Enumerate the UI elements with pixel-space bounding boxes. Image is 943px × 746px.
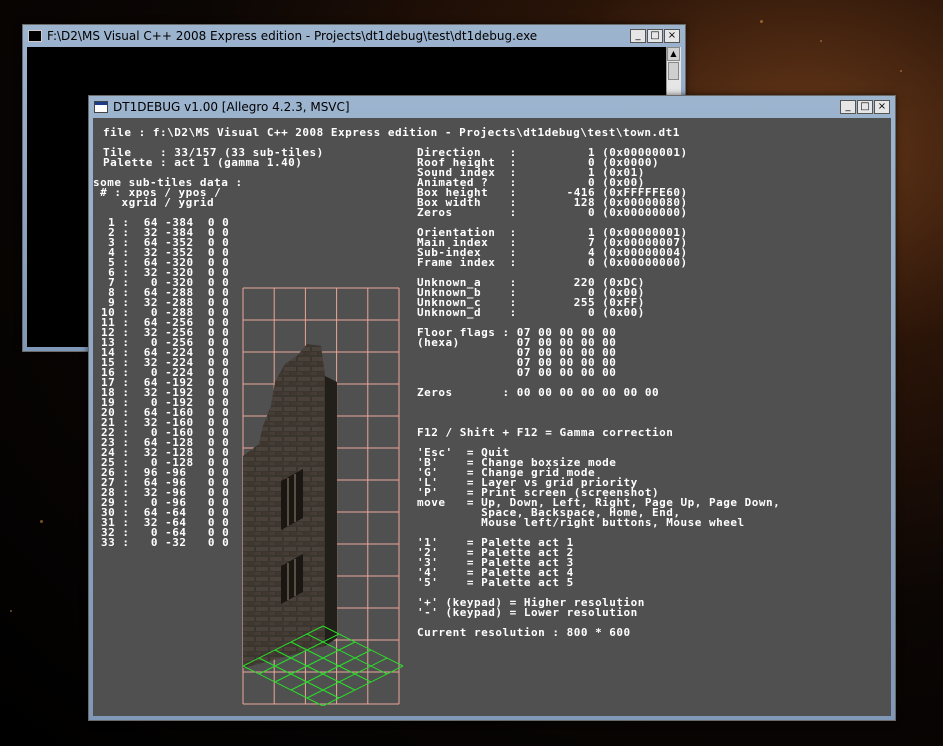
- minimize-button[interactable]: _: [840, 100, 856, 114]
- floor-grid-line: [290, 641, 372, 683]
- property-row: Unknown_d : 0 (0x00): [417, 306, 645, 319]
- star-decoration: [900, 70, 902, 72]
- console-icon[interactable]: [28, 30, 42, 42]
- app-title: DT1DEBUG v1.00 [Allegro 4.2.3, MSVC]: [113, 100, 350, 114]
- palette-help-row: '5' = Palette act 5: [417, 576, 574, 589]
- tile-preview: [242, 287, 404, 706]
- app-icon[interactable]: [94, 101, 108, 113]
- tile-properties: Direction : 1 (0x00000001) Roof height :…: [417, 147, 780, 639]
- palette-info: Palette : act 1 (gamma 1.40): [103, 156, 303, 169]
- current-resolution: Current resolution : 800 * 600: [417, 626, 631, 639]
- dt1debug-window: DT1DEBUG v1.00 [Allegro 4.2.3, MSVC] _ □…: [88, 95, 896, 721]
- maximize-button[interactable]: □: [647, 29, 663, 43]
- wall-sprite: [243, 344, 337, 668]
- close-button[interactable]: ×: [664, 29, 680, 43]
- resolution-help-row: '-' (keypad) = Lower resolution: [417, 606, 638, 619]
- subtiles-list: 1 : 64 -384 0 0 2 : 32 -384 0 0 3 : 64 -…: [101, 217, 230, 549]
- star-decoration: [760, 20, 763, 23]
- zeros-row: Zeros : 00 00 00 00 00 00 00: [417, 386, 660, 399]
- floor-grid-line: [290, 649, 372, 691]
- key-help-row: Mouse left/right buttons, Mouse wheel: [417, 516, 745, 529]
- scroll-thumb[interactable]: [668, 62, 679, 80]
- floor-grid-line: [274, 649, 356, 691]
- gamma-help: F12 / Shift + F12 = Gamma correction: [417, 426, 674, 439]
- property-row: Zeros : 0 (0x00000000): [417, 206, 688, 219]
- app-canvas[interactable]: file : f:\D2\MS Visual C++ 2008 Express …: [93, 118, 891, 716]
- maximize-button[interactable]: □: [857, 100, 873, 114]
- floor-flags-row: 07 00 00 00 00: [417, 366, 617, 379]
- star-decoration: [10, 610, 12, 612]
- property-row: Frame index : 0 (0x00000000): [417, 256, 688, 269]
- floor-grid-line: [306, 657, 388, 699]
- console-titlebar[interactable]: F:\D2\MS Visual C++ 2008 Express edition…: [23, 25, 685, 47]
- console-title: F:\D2\MS Visual C++ 2008 Express edition…: [47, 29, 538, 43]
- star-decoration: [820, 40, 822, 42]
- floor-grid-line: [258, 657, 340, 699]
- file-path: file : f:\D2\MS Visual C++ 2008 Express …: [103, 126, 680, 139]
- subtiles-columns: xgrid / ygrid: [93, 196, 215, 209]
- close-button[interactable]: ×: [874, 100, 890, 114]
- app-titlebar[interactable]: DT1DEBUG v1.00 [Allegro 4.2.3, MSVC] _ □…: [89, 96, 895, 118]
- scroll-up-button[interactable]: ▲: [667, 47, 680, 61]
- minimize-button[interactable]: _: [630, 29, 646, 43]
- floor-grid-line: [322, 625, 404, 667]
- subtile-row: 33 : 0 -32 0 0: [101, 536, 230, 549]
- star-decoration: [40, 520, 43, 523]
